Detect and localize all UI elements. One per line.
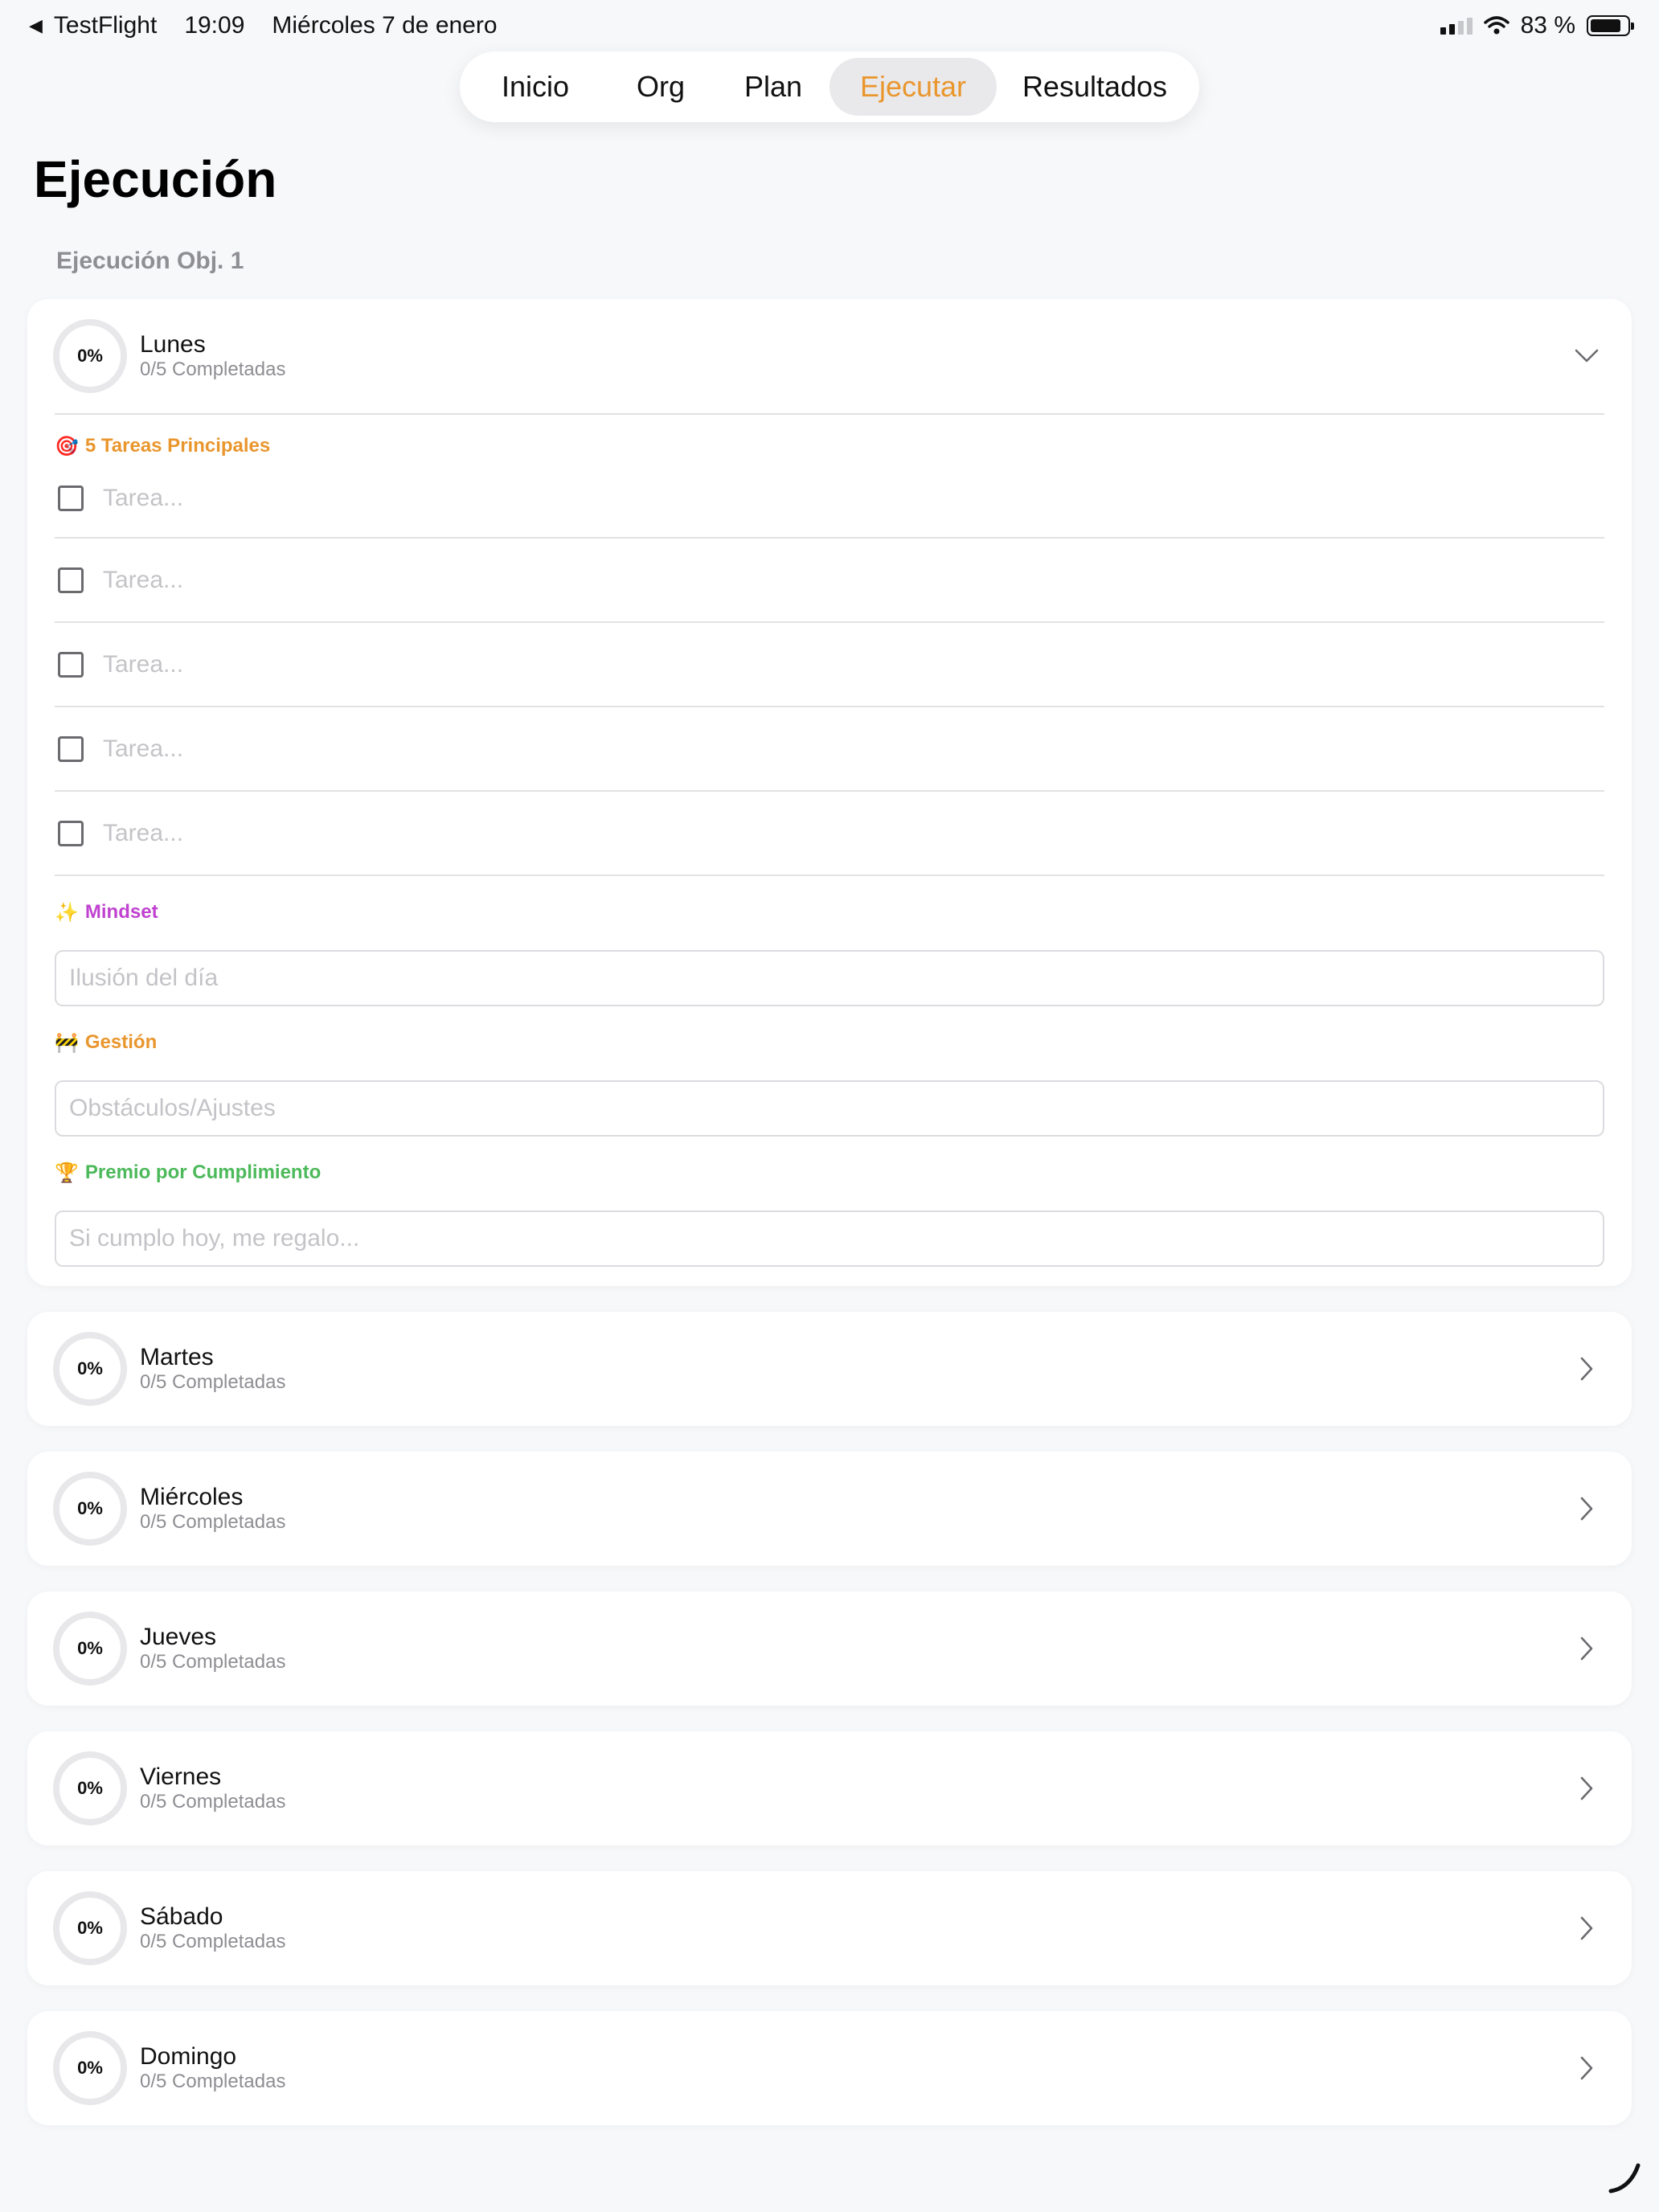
day-name: Miércoles	[140, 1484, 244, 1510]
task-checkbox[interactable]	[58, 651, 84, 678]
premio-input[interactable]	[55, 1210, 1604, 1267]
chevron-right-icon[interactable]	[1571, 1772, 1603, 1804]
status-time: 19:09	[184, 12, 245, 39]
sparkles-icon: ✨	[55, 901, 79, 924]
day-card-jueves[interactable]: 0% Jueves 0/5 Completadas	[27, 1591, 1632, 1706]
back-app-label[interactable]: TestFlight	[54, 12, 157, 39]
mindset-label: Mindset	[84, 901, 158, 923]
task-input[interactable]	[103, 485, 1469, 512]
task-checkbox[interactable]	[58, 820, 84, 846]
section-header: Ejecución Obj. 1	[56, 248, 244, 274]
day-name: Domingo	[140, 2043, 237, 2070]
task-checkbox[interactable]	[58, 735, 84, 762]
day-completed-count: 0/5 Completadas	[140, 358, 286, 380]
tab-plan[interactable]: Plan	[717, 58, 830, 116]
gestion-section-label: 🚧 Gestión	[55, 1029, 1604, 1056]
target-icon: 🎯	[55, 435, 79, 457]
day-card-viernes[interactable]: 0% Viernes 0/5 Completadas	[27, 1731, 1632, 1845]
progress-ring: 0%	[53, 1332, 127, 1406]
day-name: Martes	[140, 1344, 214, 1370]
day-completed-count: 0/5 Completadas	[140, 1651, 286, 1673]
back-arrow-icon[interactable]: ◀	[29, 15, 43, 36]
chevron-right-icon[interactable]	[1571, 1493, 1603, 1525]
progress-ring: 0%	[53, 1612, 127, 1686]
day-card-header[interactable]: 0% Lunes 0/5 Completadas	[27, 299, 1632, 413]
day-completed-count: 0/5 Completadas	[140, 1791, 286, 1813]
tab-org[interactable]: Org	[604, 58, 717, 116]
progress-ring: 0%	[53, 2031, 127, 2105]
premio-section-label: 🏆 Premio por Cumplimiento	[55, 1159, 1604, 1186]
wifi-icon	[1483, 16, 1509, 35]
loading-spinner-icon	[1608, 2163, 1641, 2194]
status-date: Miércoles 7 de enero	[272, 12, 498, 39]
day-completed-count: 0/5 Completadas	[140, 1371, 286, 1393]
battery-percent: 83 %	[1520, 12, 1575, 39]
construction-icon: 🚧	[55, 1031, 79, 1054]
mindset-section-label: ✨ Mindset	[55, 899, 1604, 926]
chevron-right-icon[interactable]	[1571, 1353, 1603, 1385]
day-card-sabado[interactable]: 0% Sábado 0/5 Completadas	[27, 1871, 1632, 1985]
task-row	[55, 460, 1604, 539]
progress-ring: 0%	[53, 319, 127, 393]
task-input[interactable]	[103, 735, 1469, 763]
mindset-input[interactable]	[55, 950, 1604, 1006]
main-tab-bar: Inicio Org Plan Ejecutar Resultados	[460, 51, 1199, 122]
gestion-label: Gestión	[84, 1031, 158, 1053]
day-name: Viernes	[140, 1763, 222, 1790]
trophy-icon: 🏆	[55, 1161, 79, 1184]
day-completed-count: 0/5 Completadas	[140, 2071, 286, 2092]
progress-ring: 0%	[53, 1472, 127, 1546]
day-name: Sábado	[140, 1903, 223, 1930]
gestion-input[interactable]	[55, 1080, 1604, 1137]
task-row	[55, 623, 1604, 707]
day-card-expanded: 0% Lunes 0/5 Completadas 🎯 5 Tareas Prin…	[27, 299, 1632, 1286]
task-input[interactable]	[103, 650, 1469, 678]
progress-ring: 0%	[53, 1751, 127, 1825]
chevron-right-icon[interactable]	[1571, 1632, 1603, 1665]
task-row	[55, 707, 1604, 792]
day-completed-count: 0/5 Completadas	[140, 1511, 286, 1533]
day-name: Lunes	[140, 331, 206, 358]
day-card-martes[interactable]: 0% Martes 0/5 Completadas	[27, 1312, 1632, 1426]
divider	[55, 413, 1604, 415]
tasks-label: 5 Tareas Principales	[84, 435, 271, 457]
day-completed-count: 0/5 Completadas	[140, 1931, 286, 1952]
task-input[interactable]	[103, 819, 1469, 847]
chevron-right-icon[interactable]	[1571, 2052, 1603, 2084]
task-row	[55, 792, 1604, 876]
premio-label: Premio por Cumplimiento	[84, 1161, 322, 1183]
task-checkbox[interactable]	[58, 485, 84, 511]
page-title: Ejecución	[34, 150, 277, 208]
tasks-section-label: 🎯 5 Tareas Principales	[55, 432, 1604, 460]
day-card-domingo[interactable]: 0% Domingo 0/5 Completadas	[27, 2011, 1632, 2125]
tab-ejecutar[interactable]: Ejecutar	[830, 58, 997, 116]
cellular-signal-icon	[1440, 17, 1473, 35]
day-card-miercoles[interactable]: 0% Miércoles 0/5 Completadas	[27, 1452, 1632, 1566]
chevron-down-icon[interactable]	[1571, 340, 1603, 372]
task-row	[55, 539, 1604, 623]
battery-icon	[1587, 15, 1634, 36]
progress-ring: 0%	[53, 1891, 127, 1965]
task-input[interactable]	[103, 566, 1469, 594]
tab-resultados[interactable]: Resultados	[997, 58, 1193, 116]
tab-inicio[interactable]: Inicio	[466, 58, 604, 116]
status-bar: ◀ TestFlight 19:09 Miércoles 7 de enero …	[0, 0, 1659, 51]
chevron-right-icon[interactable]	[1571, 1912, 1603, 1944]
task-checkbox[interactable]	[58, 567, 84, 593]
day-name: Jueves	[140, 1624, 217, 1650]
